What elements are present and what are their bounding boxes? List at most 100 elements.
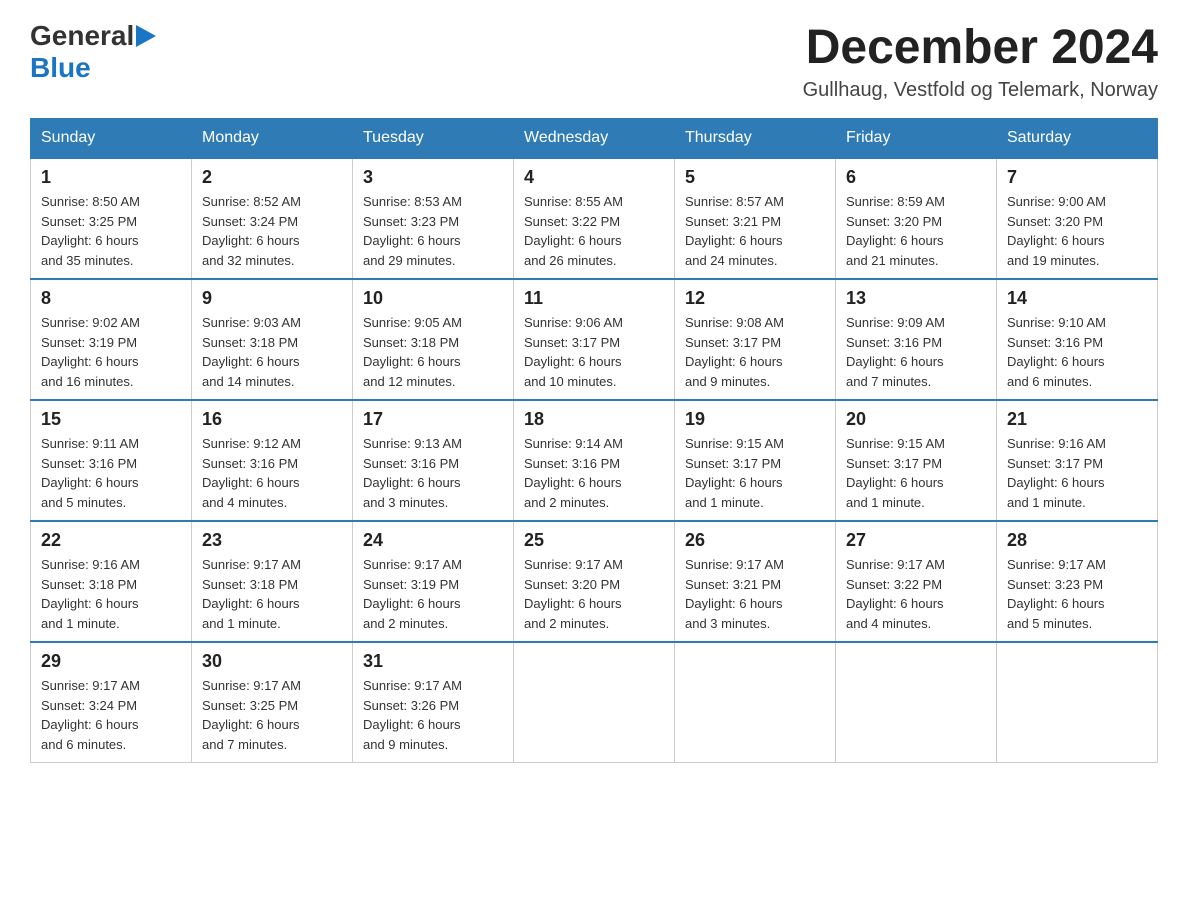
day-info: Sunrise: 9:17 AMSunset: 3:21 PMDaylight:… xyxy=(685,555,825,633)
calendar-cell: 19 Sunrise: 9:15 AMSunset: 3:17 PMDayligh… xyxy=(675,400,836,521)
day-info: Sunrise: 9:09 AMSunset: 3:16 PMDaylight:… xyxy=(846,313,986,391)
calendar-cell: 18 Sunrise: 9:14 AMSunset: 3:16 PMDayligh… xyxy=(514,400,675,521)
day-number: 20 xyxy=(846,409,986,430)
day-info: Sunrise: 9:11 AMSunset: 3:16 PMDaylight:… xyxy=(41,434,181,512)
calendar-cell xyxy=(836,642,997,763)
calendar-header-friday: Friday xyxy=(836,119,997,159)
day-number: 31 xyxy=(363,651,503,672)
day-info: Sunrise: 9:17 AMSunset: 3:20 PMDaylight:… xyxy=(524,555,664,633)
calendar-cell: 16 Sunrise: 9:12 AMSunset: 3:16 PMDayligh… xyxy=(192,400,353,521)
calendar-cell: 25 Sunrise: 9:17 AMSunset: 3:20 PMDayligh… xyxy=(514,521,675,642)
day-number: 21 xyxy=(1007,409,1147,430)
day-info: Sunrise: 9:17 AMSunset: 3:26 PMDaylight:… xyxy=(363,676,503,754)
logo-blue: Blue xyxy=(30,52,91,83)
day-info: Sunrise: 9:08 AMSunset: 3:17 PMDaylight:… xyxy=(685,313,825,391)
day-number: 25 xyxy=(524,530,664,551)
calendar-header-sunday: Sunday xyxy=(31,119,192,159)
day-info: Sunrise: 9:16 AMSunset: 3:18 PMDaylight:… xyxy=(41,555,181,633)
calendar-cell: 13 Sunrise: 9:09 AMSunset: 3:16 PMDayligh… xyxy=(836,279,997,400)
day-number: 26 xyxy=(685,530,825,551)
day-info: Sunrise: 9:13 AMSunset: 3:16 PMDaylight:… xyxy=(363,434,503,512)
day-info: Sunrise: 9:15 AMSunset: 3:17 PMDaylight:… xyxy=(846,434,986,512)
calendar-cell xyxy=(997,642,1158,763)
day-number: 18 xyxy=(524,409,664,430)
day-info: Sunrise: 9:17 AMSunset: 3:24 PMDaylight:… xyxy=(41,676,181,754)
day-number: 11 xyxy=(524,288,664,309)
calendar-cell: 11 Sunrise: 9:06 AMSunset: 3:17 PMDayligh… xyxy=(514,279,675,400)
day-number: 8 xyxy=(41,288,181,309)
day-info: Sunrise: 8:59 AMSunset: 3:20 PMDaylight:… xyxy=(846,192,986,270)
calendar-cell: 28Sunrise: 9:17 AMSunset: 3:23 PMDayligh… xyxy=(997,521,1158,642)
logo-arrow-icon xyxy=(136,25,156,47)
calendar-cell: 21 Sunrise: 9:16 AMSunset: 3:17 PMDayligh… xyxy=(997,400,1158,521)
day-number: 30 xyxy=(202,651,342,672)
calendar-week-1: 1Sunrise: 8:50 AMSunset: 3:25 PMDaylight… xyxy=(31,158,1158,279)
day-number: 14 xyxy=(1007,288,1147,309)
month-title: December 2024 xyxy=(803,20,1158,75)
calendar-cell: 8 Sunrise: 9:02 AMSunset: 3:19 PMDaylight… xyxy=(31,279,192,400)
day-number: 24 xyxy=(363,530,503,551)
calendar-header-saturday: Saturday xyxy=(997,119,1158,159)
day-info: Sunrise: 9:10 AMSunset: 3:16 PMDaylight:… xyxy=(1007,313,1147,391)
calendar-cell: 4 Sunrise: 8:55 AMSunset: 3:22 PMDaylight… xyxy=(514,158,675,279)
calendar-cell: 9 Sunrise: 9:03 AMSunset: 3:18 PMDaylight… xyxy=(192,279,353,400)
day-number: 13 xyxy=(846,288,986,309)
calendar-cell: 15 Sunrise: 9:11 AMSunset: 3:16 PMDayligh… xyxy=(31,400,192,521)
day-number: 19 xyxy=(685,409,825,430)
calendar-cell: 24 Sunrise: 9:17 AMSunset: 3:19 PMDayligh… xyxy=(353,521,514,642)
day-info: Sunrise: 8:55 AMSunset: 3:22 PMDaylight:… xyxy=(524,192,664,270)
calendar-cell: 23 Sunrise: 9:17 AMSunset: 3:18 PMDayligh… xyxy=(192,521,353,642)
day-info: Sunrise: 8:50 AMSunset: 3:25 PMDaylight:… xyxy=(41,192,181,270)
calendar-cell: 5Sunrise: 8:57 AMSunset: 3:21 PMDaylight… xyxy=(675,158,836,279)
calendar-cell: 7 Sunrise: 9:00 AMSunset: 3:20 PMDaylight… xyxy=(997,158,1158,279)
logo-general: General xyxy=(30,20,134,52)
day-number: 10 xyxy=(363,288,503,309)
day-number: 23 xyxy=(202,530,342,551)
day-info: Sunrise: 9:02 AMSunset: 3:19 PMDaylight:… xyxy=(41,313,181,391)
day-number: 6 xyxy=(846,167,986,188)
calendar-cell: 29Sunrise: 9:17 AMSunset: 3:24 PMDayligh… xyxy=(31,642,192,763)
day-info: Sunrise: 9:06 AMSunset: 3:17 PMDaylight:… xyxy=(524,313,664,391)
day-number: 22 xyxy=(41,530,181,551)
page-header: General Blue December 2024 Gullhaug, Ves… xyxy=(30,20,1158,102)
calendar-week-5: 29Sunrise: 9:17 AMSunset: 3:24 PMDayligh… xyxy=(31,642,1158,763)
day-info: Sunrise: 9:12 AMSunset: 3:16 PMDaylight:… xyxy=(202,434,342,512)
day-number: 9 xyxy=(202,288,342,309)
day-info: Sunrise: 9:16 AMSunset: 3:17 PMDaylight:… xyxy=(1007,434,1147,512)
day-info: Sunrise: 9:17 AMSunset: 3:23 PMDaylight:… xyxy=(1007,555,1147,633)
day-number: 17 xyxy=(363,409,503,430)
calendar-cell: 27 Sunrise: 9:17 AMSunset: 3:22 PMDayligh… xyxy=(836,521,997,642)
calendar-week-4: 22 Sunrise: 9:16 AMSunset: 3:18 PMDayligh… xyxy=(31,521,1158,642)
day-number: 27 xyxy=(846,530,986,551)
day-number: 7 xyxy=(1007,167,1147,188)
calendar-cell: 14 Sunrise: 9:10 AMSunset: 3:16 PMDayligh… xyxy=(997,279,1158,400)
day-number: 12 xyxy=(685,288,825,309)
day-number: 2 xyxy=(202,167,342,188)
day-number: 16 xyxy=(202,409,342,430)
day-number: 4 xyxy=(524,167,664,188)
day-info: Sunrise: 8:53 AMSunset: 3:23 PMDaylight:… xyxy=(363,192,503,270)
calendar-cell: 10 Sunrise: 9:05 AMSunset: 3:18 PMDayligh… xyxy=(353,279,514,400)
calendar-header-monday: Monday xyxy=(192,119,353,159)
calendar-cell: 26 Sunrise: 9:17 AMSunset: 3:21 PMDayligh… xyxy=(675,521,836,642)
day-info: Sunrise: 9:03 AMSunset: 3:18 PMDaylight:… xyxy=(202,313,342,391)
day-info: Sunrise: 9:00 AMSunset: 3:20 PMDaylight:… xyxy=(1007,192,1147,270)
calendar-week-2: 8 Sunrise: 9:02 AMSunset: 3:19 PMDaylight… xyxy=(31,279,1158,400)
calendar-header-thursday: Thursday xyxy=(675,119,836,159)
calendar-cell: 31 Sunrise: 9:17 AMSunset: 3:26 PMDayligh… xyxy=(353,642,514,763)
day-info: Sunrise: 9:17 AMSunset: 3:18 PMDaylight:… xyxy=(202,555,342,633)
calendar-cell xyxy=(514,642,675,763)
day-info: Sunrise: 9:17 AMSunset: 3:22 PMDaylight:… xyxy=(846,555,986,633)
day-number: 15 xyxy=(41,409,181,430)
day-info: Sunrise: 8:52 AMSunset: 3:24 PMDaylight:… xyxy=(202,192,342,270)
calendar-header-wednesday: Wednesday xyxy=(514,119,675,159)
day-info: Sunrise: 9:15 AMSunset: 3:17 PMDaylight:… xyxy=(685,434,825,512)
day-info: Sunrise: 9:14 AMSunset: 3:16 PMDaylight:… xyxy=(524,434,664,512)
calendar-cell: 1Sunrise: 8:50 AMSunset: 3:25 PMDaylight… xyxy=(31,158,192,279)
day-number: 3 xyxy=(363,167,503,188)
calendar-cell: 6 Sunrise: 8:59 AMSunset: 3:20 PMDaylight… xyxy=(836,158,997,279)
day-number: 5 xyxy=(685,167,825,188)
calendar-cell: 12 Sunrise: 9:08 AMSunset: 3:17 PMDayligh… xyxy=(675,279,836,400)
day-info: Sunrise: 9:05 AMSunset: 3:18 PMDaylight:… xyxy=(363,313,503,391)
day-info: Sunrise: 9:17 AMSunset: 3:19 PMDaylight:… xyxy=(363,555,503,633)
